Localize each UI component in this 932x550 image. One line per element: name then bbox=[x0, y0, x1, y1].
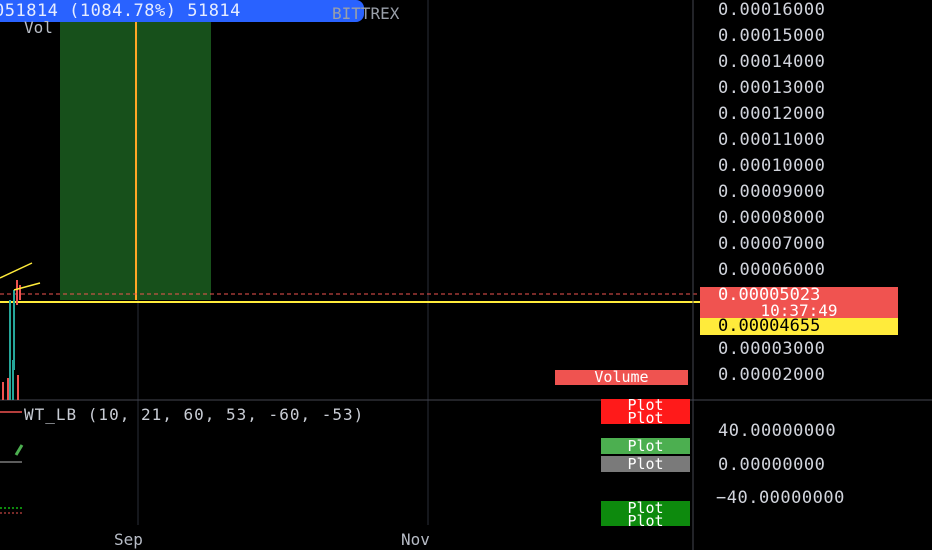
osc-mark-2 bbox=[14, 444, 24, 456]
plot-badge-red-line-2: Plot bbox=[627, 409, 664, 425]
price-tick: 0.00013000 bbox=[718, 78, 826, 98]
price-tick: 0.00009000 bbox=[718, 182, 826, 202]
volume-bar-2 bbox=[7, 378, 9, 400]
trend-line-yellow-1 bbox=[0, 262, 33, 279]
chart-root: 051814 (1084.78%) 51814 BITTREX Vol WT_L… bbox=[0, 0, 932, 550]
price-tick: 0.00011000 bbox=[718, 130, 826, 150]
plot-badge-gray: Plot bbox=[601, 456, 690, 472]
price-tick: 0.00015000 bbox=[718, 26, 826, 46]
price-tick: 0.00006000 bbox=[718, 260, 826, 280]
plot-badge-green: Plot bbox=[601, 438, 690, 454]
vol-label: Vol bbox=[24, 18, 53, 37]
volume-bar-1 bbox=[2, 382, 4, 400]
osc-tick: −40.00000000 bbox=[716, 488, 845, 508]
plot-badge-red: Plot Plot bbox=[601, 399, 690, 424]
volume-badge: Volume bbox=[555, 370, 688, 385]
marked-price-tag: 0.00004655 bbox=[700, 318, 898, 335]
volume-bar-4 bbox=[17, 375, 19, 400]
price-tick: 0.00002000 bbox=[718, 365, 826, 385]
price-tick: 0.00007000 bbox=[718, 234, 826, 254]
price-tick: 0.00016000 bbox=[718, 0, 826, 20]
osc-tick: 0.00000000 bbox=[718, 455, 826, 475]
price-tick: 0.00012000 bbox=[718, 104, 826, 124]
indicator-label[interactable]: WT_LB (10, 21, 60, 53, -60, -53) bbox=[24, 405, 364, 424]
plot-badge-dark-green-line-2: Plot bbox=[627, 512, 664, 527]
price-tick: 0.00014000 bbox=[718, 52, 826, 72]
price-tick: 0.00008000 bbox=[718, 208, 826, 228]
time-label-sep: Sep bbox=[114, 530, 143, 549]
price-tick: 0.00010000 bbox=[718, 156, 826, 176]
price-tick: 0.00003000 bbox=[718, 339, 826, 359]
time-label-nov: Nov bbox=[401, 530, 430, 549]
exchange-label: BITTREX bbox=[332, 4, 400, 23]
volume-bar-3 bbox=[12, 360, 14, 400]
osc-tick: 40.00000000 bbox=[718, 421, 837, 441]
plot-badge-dark-green: Plot Plot bbox=[601, 501, 690, 526]
